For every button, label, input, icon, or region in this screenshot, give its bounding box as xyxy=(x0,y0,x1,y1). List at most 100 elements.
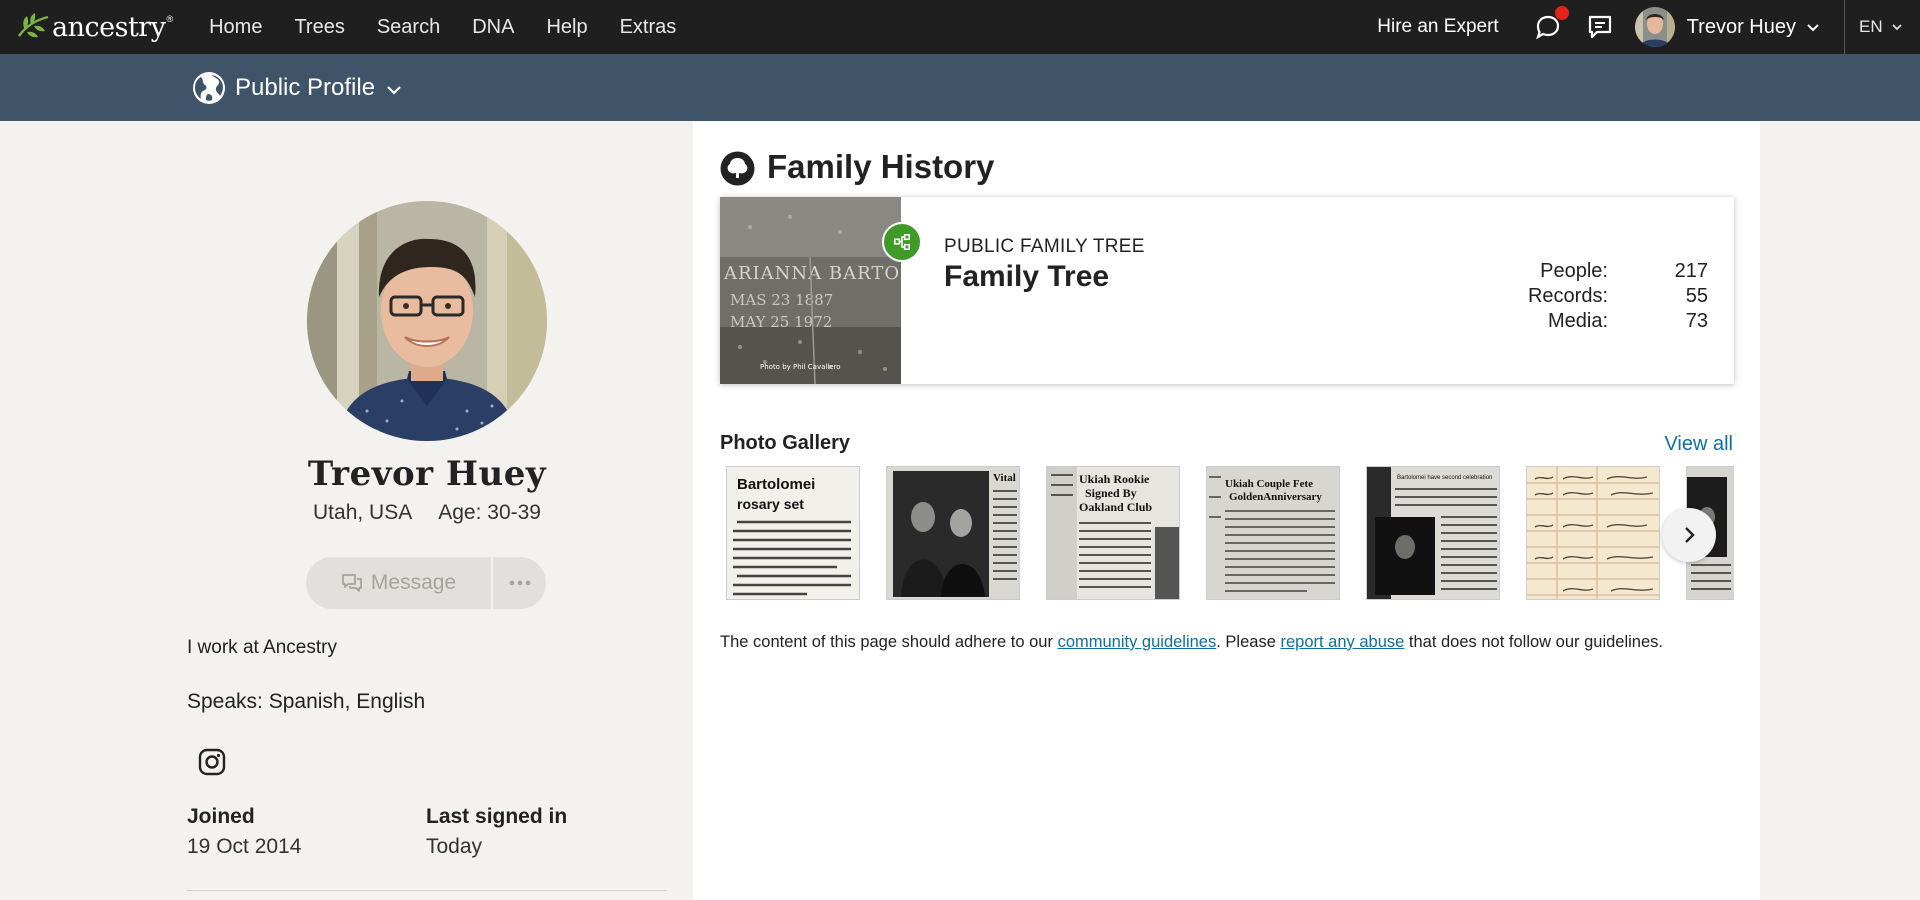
gravestone-photo: ARIANNA BARTOLOMEI MAS 23 1887 MAY 25 19… xyxy=(720,197,901,384)
notice-text: . Please xyxy=(1216,633,1281,651)
gallery-thumb[interactable]: Bartolomei have second celebration xyxy=(1366,466,1500,600)
community-guidelines-link[interactable]: community guidelines xyxy=(1058,633,1217,651)
profile-location: Utah, USA xyxy=(313,501,413,524)
newspaper-clipping: Ukiah Couple Fete GoldenAnniversary xyxy=(1207,467,1339,599)
community-notice: The content of this page should adhere t… xyxy=(720,633,1663,652)
message-button[interactable]: Message xyxy=(306,557,491,609)
thumb-caption: GoldenAnniversary xyxy=(1229,491,1322,503)
user-name[interactable]: Trevor Huey xyxy=(1687,16,1796,39)
leaf-icon xyxy=(18,13,49,38)
profile-age: Age: 30-39 xyxy=(438,501,541,524)
profile-divider xyxy=(187,890,667,891)
tree-name[interactable]: Family Tree xyxy=(944,260,1109,294)
main-nav: Home Trees Search DNA Help Extras xyxy=(209,16,708,39)
chevron-down-icon xyxy=(1891,24,1902,31)
notifications-button[interactable] xyxy=(1535,6,1569,40)
photo-gallery-title: Photo Gallery xyxy=(720,432,851,454)
top-navigation: ancestry ® Home Trees Search DNA Help Ex… xyxy=(0,0,1920,54)
gallery-thumb[interactable]: Ukiah Rookie Signed By Oakland Club xyxy=(1046,466,1180,600)
newspaper-photo: Vital xyxy=(887,467,1019,599)
last-signed-value: Today xyxy=(426,835,483,858)
message-button-label: Message xyxy=(370,571,457,594)
public-tree-card[interactable]: ARIANNA BARTOLOMEI MAS 23 1887 MAY 25 19… xyxy=(720,197,1734,384)
svg-text:MAY 25 1972: MAY 25 1972 xyxy=(730,313,832,331)
nav-search[interactable]: Search xyxy=(377,16,440,39)
tree-nodes-icon xyxy=(893,233,911,251)
user-avatar[interactable] xyxy=(1634,7,1675,47)
notification-dot xyxy=(1554,6,1569,20)
stat-records: Records: 55 xyxy=(1528,285,1708,310)
svg-text:Photo by Phil Cavallero: Photo by Phil Cavallero xyxy=(760,363,841,371)
logo-trademark: ® xyxy=(166,14,174,24)
nav-home[interactable]: Home xyxy=(209,16,262,39)
more-options-button[interactable] xyxy=(493,557,546,609)
logo-text: ancestry xyxy=(52,11,166,43)
joined-block: Joined 19 Oct 2014 xyxy=(187,805,301,859)
user-photo xyxy=(1634,7,1675,47)
thumb-caption: Ukiah Couple Fete xyxy=(1225,478,1313,490)
nav-trees[interactable]: Trees xyxy=(294,16,344,39)
chevron-down-icon[interactable] xyxy=(385,81,403,99)
thumb-caption: Signed By xyxy=(1085,486,1137,500)
view-all-link[interactable]: View all xyxy=(1664,433,1733,456)
notice-text: that does not follow our guidelines. xyxy=(1404,633,1663,651)
stat-label: Records: xyxy=(1527,285,1608,307)
profile-photo xyxy=(307,201,547,441)
ledger-record xyxy=(1527,467,1659,599)
chevron-down-icon[interactable] xyxy=(1806,20,1820,34)
top-right-controls: Hire an Expert Trevor Huey EN xyxy=(1377,0,1920,54)
tree-type-label: PUBLIC FAMILY TREE xyxy=(944,236,1145,257)
gallery-thumb[interactable]: Bartolomei rosary set xyxy=(726,466,860,600)
globe-icon xyxy=(193,71,225,104)
hire-expert-link[interactable]: Hire an Expert xyxy=(1377,16,1498,38)
nav-dna[interactable]: DNA xyxy=(472,16,514,39)
language-selector[interactable]: EN xyxy=(1844,0,1920,54)
gallery-thumb[interactable]: Ukiah Couple Fete GoldenAnniversary xyxy=(1206,466,1340,600)
chevron-right-icon xyxy=(1685,527,1695,543)
ancestry-logo[interactable]: ancestry ® xyxy=(16,0,173,54)
profile-name: Trevor Huey xyxy=(307,454,547,494)
profile-meta: Utah, USA Age: 30-39 xyxy=(187,501,667,525)
thumb-caption: rosary set xyxy=(737,496,804,512)
instagram-icon[interactable] xyxy=(198,748,226,776)
stat-people: People: 217 xyxy=(1528,260,1708,285)
family-tree-icon xyxy=(720,151,755,186)
svg-text:ARIANNA BARTOLOMEI: ARIANNA BARTOLOMEI xyxy=(723,263,901,284)
profile-sidebar: Trevor Huey Utah, USA Age: 30-39 Message … xyxy=(0,121,693,900)
report-abuse-link[interactable]: report any abuse xyxy=(1280,633,1404,651)
messages-button[interactable] xyxy=(1587,14,1613,40)
public-profile-title[interactable]: Public Profile xyxy=(235,74,375,102)
newspaper-clipping: Bartolomei rosary set xyxy=(727,467,859,599)
ellipsis-icon xyxy=(509,580,530,586)
thumb-caption: Bartolomei have second celebration xyxy=(1397,475,1492,481)
message-icon xyxy=(1588,15,1611,39)
language-label: EN xyxy=(1859,17,1883,36)
tree-cover-image: ARIANNA BARTOLOMEI MAS 23 1887 MAY 25 19… xyxy=(720,197,901,384)
message-icon xyxy=(341,574,362,592)
profile-actions: Message xyxy=(306,557,546,609)
tree-stats: People: 217 Records: 55 Media: 73 xyxy=(1528,260,1708,335)
thumb-caption: Bartolomei xyxy=(737,476,815,493)
photo-gallery: Bartolomei rosary set Vital Ukiah Rookie… xyxy=(720,463,1734,603)
newspaper-clipping: Ukiah Rookie Signed By Oakland Club xyxy=(1047,467,1179,599)
thumb-caption: Oakland Club xyxy=(1079,500,1152,514)
nav-extras[interactable]: Extras xyxy=(620,16,677,39)
profile-about: I work at Ancestry xyxy=(187,637,337,658)
profile-subbar: Public Profile xyxy=(0,54,1920,121)
gallery-next-button[interactable] xyxy=(1662,508,1716,562)
thumb-caption: Vital xyxy=(993,472,1016,484)
notice-text: The content of this page should adhere t… xyxy=(720,633,1058,651)
stat-media: Media: 73 xyxy=(1528,310,1708,335)
nav-help[interactable]: Help xyxy=(546,16,587,39)
stat-value: 217 xyxy=(1674,260,1708,282)
last-signed-block: Last signed in Today xyxy=(426,805,567,859)
newspaper-clipping: Bartolomei have second celebration xyxy=(1367,467,1499,599)
gallery-thumb[interactable]: Vital xyxy=(886,466,1020,600)
joined-label: Joined xyxy=(187,805,255,828)
family-history-panel: Family History ARIANNA BARTOLOMEI MAS 23… xyxy=(693,121,1760,900)
thumb-caption: Ukiah Rookie xyxy=(1079,472,1150,486)
family-history-title: Family History xyxy=(767,148,995,185)
gallery-thumb[interactable] xyxy=(1526,466,1660,600)
profile-languages: Speaks: Spanish, English xyxy=(187,690,426,713)
joined-date: 19 Oct 2014 xyxy=(187,835,302,858)
